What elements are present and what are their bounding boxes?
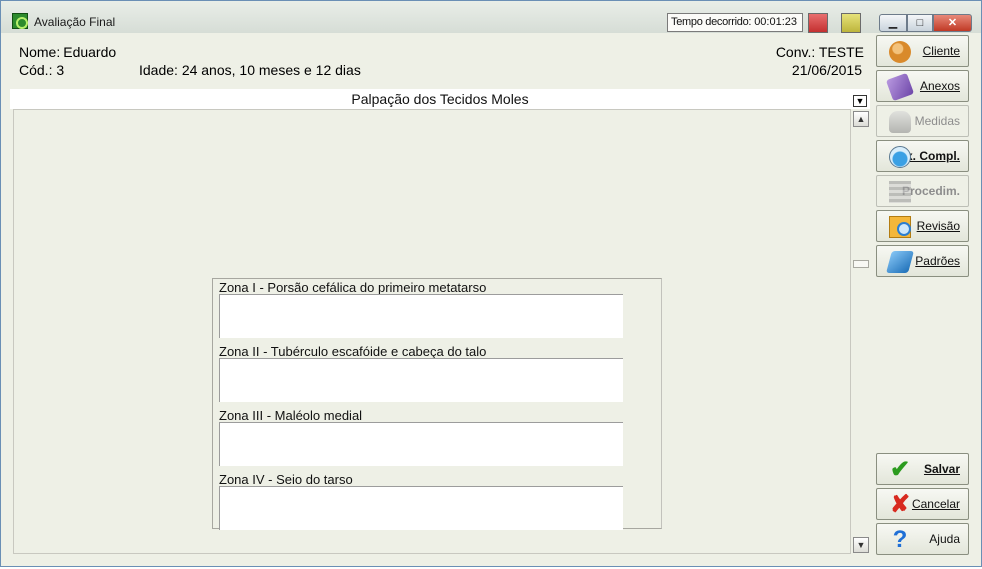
help-button[interactable]: ? Ajuda <box>876 523 969 555</box>
sidebar-buttons: Cliente Anexos Medidas Ex. Compl. Proced… <box>875 35 969 560</box>
patient-name: Nome: Eduardo <box>19 44 116 60</box>
check-icon: ✔ <box>889 456 911 483</box>
patient-header: Nome: Eduardo Cód.: 3 Idade: 24 anos, 10 … <box>10 38 870 85</box>
review-icon <box>889 216 911 238</box>
close-button[interactable]: ✕ <box>933 14 972 32</box>
zone-4: Zona IV - Seio do tarso <box>219 472 623 536</box>
cancel-button-label: Cancelar <box>911 497 960 511</box>
scroll-up-icon[interactable]: ▲ <box>853 111 869 127</box>
measurements-icon <box>889 111 911 133</box>
stop-timer-button[interactable] <box>808 13 828 33</box>
scroll-down-icon[interactable]: ▼ <box>853 537 869 553</box>
review-button[interactable]: Revisão <box>876 210 969 242</box>
evaluation-date: 21/06/2015 <box>791 62 862 78</box>
patient-name-value: Eduardo <box>63 44 117 60</box>
maximize-button[interactable]: □ <box>907 14 933 32</box>
complementary-exams-button[interactable]: Ex. Compl. <box>876 140 969 172</box>
zone-label: Zona I - Porsão cefálica do primeiro met… <box>219 280 487 295</box>
app-icon <box>12 13 28 29</box>
client-icon <box>889 41 911 63</box>
zone-4-input[interactable] <box>219 486 623 530</box>
attachments-button-label: Anexos <box>919 79 960 93</box>
save-button[interactable]: ✔ Salvar <box>876 453 969 485</box>
procedures-button[interactable]: Procedim. <box>876 175 969 207</box>
zones-group: Zona I - Porsão cefálica do primeiro met… <box>212 278 662 530</box>
zone-2: Zona II - Tubérculo escafóide e cabeça d… <box>219 344 623 408</box>
patterns-icon <box>886 251 914 273</box>
zone-2-input[interactable] <box>219 358 623 402</box>
minimize-button[interactable]: ▁ <box>879 14 907 32</box>
pause-timer-button[interactable] <box>841 13 861 33</box>
zone-1: Zona I - Porsão cefálica do primeiro met… <box>219 280 623 344</box>
procedures-icon <box>889 181 911 203</box>
elapsed-time-value: 00:01:23 <box>754 16 798 28</box>
vertical-scrollbar[interactable]: ▲ ▼ <box>852 109 870 554</box>
zone-label: Zona III - Maléolo medial <box>219 408 363 423</box>
form-content-area: Zona I - Porsão cefálica do primeiro met… <box>13 109 851 554</box>
attachments-button[interactable]: Anexos <box>876 70 969 102</box>
section-dropdown-arrow-icon[interactable]: ▼ <box>853 95 867 107</box>
main-panel: Nome: Eduardo Cód.: 3 Idade: 24 anos, 10 … <box>10 38 870 556</box>
exam-icon <box>889 146 911 168</box>
measurements-button[interactable]: Medidas <box>876 105 969 137</box>
evaluation-window: Avaliação Final Tempo decorrido: 00:01:23… <box>0 0 982 567</box>
help-button-label: Ajuda <box>929 532 960 546</box>
elapsed-time-label: Tempo decorrido: <box>671 16 752 28</box>
patterns-button-label: Padrões <box>915 254 960 268</box>
zone-3-input[interactable] <box>219 422 623 466</box>
zone-label: Zona II - Tubérculo escafóide e cabeça d… <box>219 344 487 359</box>
patterns-button[interactable]: Padrões <box>876 245 969 277</box>
client-button[interactable]: Cliente <box>876 35 969 67</box>
review-button-label: Revisão <box>916 219 960 233</box>
window-controls: ▁ □ ✕ <box>879 14 972 32</box>
attachments-icon <box>885 72 915 102</box>
measurements-button-label: Medidas <box>914 114 960 128</box>
zone-3: Zona III - Maléolo medial <box>219 408 623 472</box>
cancel-x-icon: ✘ <box>889 491 911 518</box>
section-title: Palpação dos Tecidos Moles <box>10 89 870 109</box>
help-icon: ? <box>892 526 908 553</box>
window-title: Avaliação Final <box>34 15 116 29</box>
patient-code: Cód.: 3 <box>19 62 65 78</box>
client-button-label: Cliente <box>922 44 960 58</box>
patient-insurance: Conv.: TESTE <box>775 44 864 60</box>
zone-label: Zona IV - Seio do tarso <box>219 472 353 487</box>
title-bar[interactable]: Avaliação Final Tempo decorrido: 00:01:23… <box>1 1 981 33</box>
zone-1-input[interactable] <box>219 294 623 338</box>
cancel-button[interactable]: ✘ Cancelar <box>876 488 969 520</box>
save-button-label: Salvar <box>923 462 960 476</box>
patient-name-label: Nome: <box>19 44 61 60</box>
patient-age: Idade: 24 anos, 10 meses e 12 dias <box>139 62 361 78</box>
elapsed-time-box: Tempo decorrido: 00:01:23 <box>667 13 803 32</box>
scroll-thumb[interactable] <box>853 260 869 268</box>
